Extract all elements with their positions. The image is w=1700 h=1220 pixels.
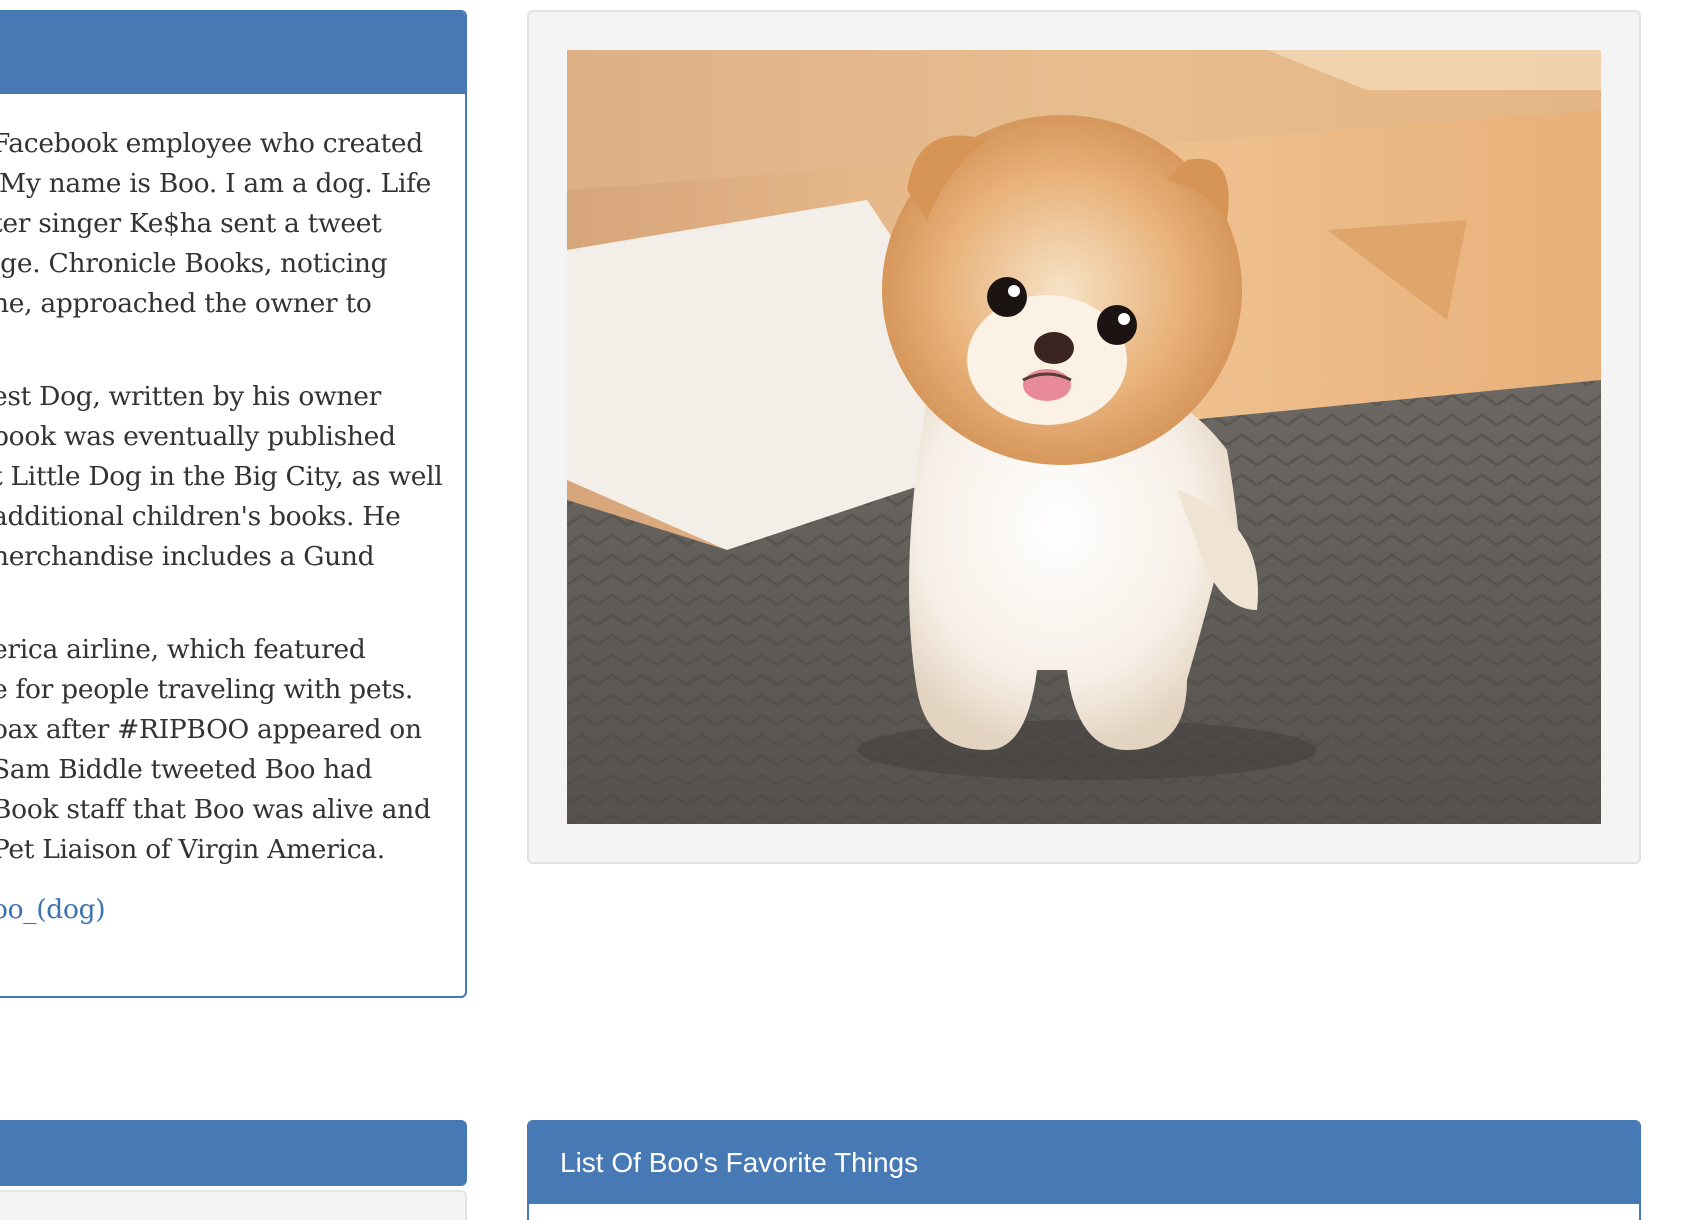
bio-line: ter singer Ke$ha sent a tweet xyxy=(0,208,382,239)
bio-line: ne, approached the owner to xyxy=(0,288,372,319)
bio-line: ige. Chronicle Books, noticing xyxy=(0,248,388,279)
bio-text: Facebook employee who created 'My name i… xyxy=(0,124,462,930)
contact-panel-body xyxy=(0,1190,467,1220)
bio-line: Sam Biddle tweeted Boo had xyxy=(0,754,373,785)
wikipedia-link[interactable]: oo_(dog) xyxy=(0,890,462,930)
favorite-things-heading: List Of Boo's Favorite Things xyxy=(529,1122,1639,1204)
contact-panel: ct xyxy=(0,1120,467,1220)
bio-paragraph: est Dog, written by his owner book was e… xyxy=(0,377,462,577)
bio-panel: Facebook employee who created 'My name i… xyxy=(0,10,467,998)
bio-paragraph: erica airline, which featured e for peop… xyxy=(0,630,462,870)
dog-photo xyxy=(567,50,1601,824)
bio-line: 'My name is Boo. I am a dog. Life xyxy=(0,168,432,199)
bio-line: est Dog, written by his owner xyxy=(0,381,381,412)
bio-line: book was eventually published xyxy=(0,421,396,452)
bio-line: t Little Dog in the Big City, as well xyxy=(0,461,443,492)
bio-panel-heading xyxy=(0,12,465,94)
photo-well xyxy=(527,10,1641,864)
bio-line: Pet Liaison of Virgin America. xyxy=(0,834,385,865)
contact-panel-heading: ct xyxy=(0,1120,467,1186)
bio-line: Book staff that Boo was alive and xyxy=(0,794,431,825)
bio-paragraph: Facebook employee who created 'My name i… xyxy=(0,124,462,324)
bio-line: erica airline, which featured xyxy=(0,634,366,665)
bio-line: additional children's books. He xyxy=(0,501,401,532)
bio-line: Facebook employee who created xyxy=(0,128,423,159)
favorite-things-panel: List Of Boo's Favorite Things xyxy=(527,1120,1641,1220)
bio-line: oax after #RIPBOO appeared on xyxy=(0,714,422,745)
bio-line: nerchandise includes a Gund xyxy=(0,541,375,572)
bio-line: e for people traveling with pets. xyxy=(0,674,413,705)
